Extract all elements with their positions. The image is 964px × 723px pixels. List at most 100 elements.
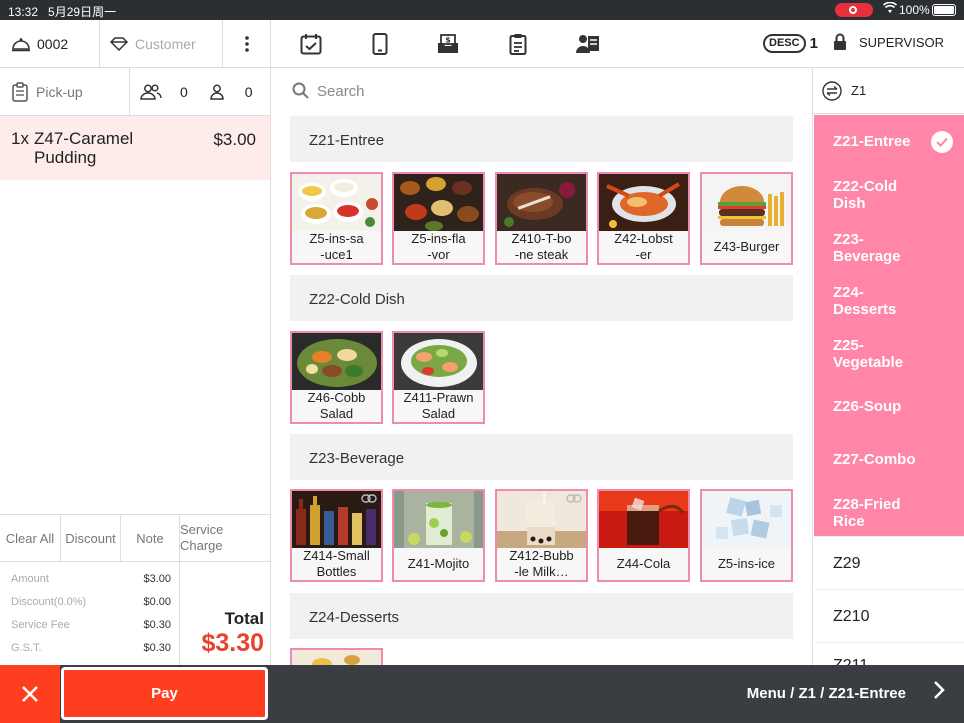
total-box: Total $3.30 xyxy=(181,562,270,665)
diamond-icon xyxy=(110,36,128,51)
menu-item-label: Z411-Prawn Salad xyxy=(394,390,483,422)
burger-photo xyxy=(702,174,791,231)
children-count: 0 xyxy=(244,83,253,100)
menu-item-label: Z410-T-bo -ne steak xyxy=(497,231,586,263)
menu-item[interactable]: Z410-T-bo -ne steak xyxy=(495,172,588,265)
top-toolbar: $ DESC 1 SUPERVISOR xyxy=(271,20,964,68)
order-item-price: $3.00 xyxy=(213,130,256,149)
close-icon xyxy=(22,686,38,702)
menu-item-label: Z41-Mojito xyxy=(394,548,483,580)
search-icon xyxy=(292,82,309,99)
more-options-button[interactable] xyxy=(223,20,271,68)
cobb-salad-photo xyxy=(292,333,381,390)
menu-item-label: Z412-Bubb -le Milk… xyxy=(497,548,586,580)
category-z25-vegetable[interactable]: Z25- Vegetable xyxy=(814,327,964,380)
category-z28-fried-rice[interactable]: Z28-Fried Rice xyxy=(814,486,964,539)
status-bar: 13:32 5月29日周一 100% xyxy=(0,0,964,20)
order-actions: Clear All Discount Note Service Charge xyxy=(0,514,270,562)
search-input[interactable]: Search xyxy=(317,83,365,100)
inbox-money-icon[interactable]: $ xyxy=(435,30,461,58)
menu-item-label: Z5-ins-fla -vor xyxy=(394,231,483,263)
battery-percent: 100% xyxy=(899,3,930,17)
spices-photo xyxy=(394,174,483,231)
lock-icon xyxy=(833,33,847,51)
adults-count: 0 xyxy=(180,83,188,100)
chevron-right-icon[interactable] xyxy=(932,679,946,706)
category-z21-entree[interactable]: Z21-Entree xyxy=(814,115,964,168)
category-z210[interactable]: Z210 xyxy=(814,589,964,642)
user-role[interactable]: SUPERVISOR xyxy=(833,33,944,51)
screen-record-icon xyxy=(835,3,873,17)
discount-button[interactable]: Discount xyxy=(61,515,121,561)
menu-item[interactable]: Z41-Mojito xyxy=(392,489,485,582)
menu-item-label: Z414-Small Bottles xyxy=(292,548,381,580)
menu-item[interactable]: Z5-ins-ice xyxy=(700,489,793,582)
category-z27-combo[interactable]: Z27-Combo xyxy=(814,433,964,486)
menu-item[interactable]: Z411-Prawn Salad xyxy=(392,331,485,424)
menu-item-label: Z5-ins-sa -uce1 xyxy=(292,231,381,263)
sort-count: 1 xyxy=(809,35,818,52)
summary-row: Discount(0.0%) $0.00 xyxy=(11,596,171,608)
order-type-selector[interactable]: Pick-up xyxy=(0,68,130,116)
wifi-icon xyxy=(882,1,898,17)
order-line-item[interactable]: 1x Z47-Caramel Pudding $3.00 xyxy=(0,116,270,180)
summary-row: Amount $3.00 xyxy=(11,573,171,585)
calendar-check-icon[interactable] xyxy=(298,30,324,58)
menu-search[interactable]: Search xyxy=(271,68,812,114)
order-item-qty: 1x xyxy=(11,129,29,148)
user-card-icon[interactable] xyxy=(575,30,601,58)
note-button[interactable]: Note xyxy=(121,515,180,561)
menu-item[interactable]: Z5-ins-sa -uce1 xyxy=(290,172,383,265)
cola-photo xyxy=(599,491,688,548)
ice-cubes-photo xyxy=(702,491,791,548)
menu-item[interactable] xyxy=(290,648,383,665)
menu-item[interactable]: Z412-Bubb -le Milk… xyxy=(495,489,588,582)
phone-icon[interactable] xyxy=(367,30,393,58)
total-label: Total xyxy=(224,609,264,628)
clipboard-list-icon[interactable] xyxy=(505,30,531,58)
zone-selector[interactable]: Z1 xyxy=(813,68,964,114)
mojito-photo xyxy=(394,491,483,548)
cancel-order-button[interactable] xyxy=(0,665,60,723)
order-type-label: Pick-up xyxy=(36,83,83,100)
steak-photo xyxy=(497,174,586,231)
section-header: Z23-Beverage xyxy=(290,434,793,480)
section-header: Z24-Desserts xyxy=(290,593,793,639)
category-z211[interactable]: Z211 xyxy=(814,642,964,665)
link-icon xyxy=(361,494,377,503)
sort-toggle[interactable]: DESC 1 xyxy=(763,34,818,53)
category-z26-soup[interactable]: Z26-Soup xyxy=(814,380,964,433)
menu-item[interactable]: Z43-Burger xyxy=(700,172,793,265)
menu-grid: Z21-Entree Z5-ins-sa -uce1 Z5-ins-fla -vor… xyxy=(271,114,812,665)
menu-item-label: Z42-Lobst -er xyxy=(599,231,688,263)
menu-item[interactable]: Z44-Cola xyxy=(597,489,690,582)
clipboard-icon xyxy=(12,81,28,102)
category-z22-cold-dish[interactable]: Z22-Cold Dish xyxy=(814,168,964,221)
status-time: 13:32 5月29日周一 xyxy=(8,5,117,19)
menu-item[interactable]: Z46-Cobb Salad xyxy=(290,331,383,424)
menu-item[interactable]: Z42-Lobst -er xyxy=(597,172,690,265)
breadcrumb[interactable]: Menu / Z1 / Z21-Entree xyxy=(747,685,906,702)
service-bell-icon xyxy=(11,36,31,52)
pay-button[interactable]: Pay xyxy=(61,667,268,720)
menu-item[interactable]: Z414-Small Bottles xyxy=(290,489,383,582)
customer-cell[interactable]: Customer xyxy=(100,20,223,68)
summary-row: Service Fee $0.30 xyxy=(11,619,171,631)
category-sidebar: Z1 Z21-Entree Z22-Cold Dish Z23- Beverage … xyxy=(812,68,964,665)
service-charge-button[interactable]: Service Charge xyxy=(180,515,270,561)
section-header: Z21-Entree xyxy=(290,116,793,162)
bottom-bar: Pay Menu / Z1 / Z21-Entree xyxy=(0,665,964,723)
guest-count-cell[interactable]: 0 0 xyxy=(130,68,271,116)
menu-item-label: Z5-ins-ice xyxy=(702,548,791,580)
category-z23-beverage[interactable]: Z23- Beverage xyxy=(814,221,964,274)
sauce-bowls-photo xyxy=(292,174,381,231)
table-number-cell[interactable]: 0002 xyxy=(0,20,100,68)
child-icon xyxy=(209,84,225,100)
desc-badge: DESC xyxy=(763,34,806,53)
category-z24-desserts[interactable]: Z24- Desserts xyxy=(814,274,964,327)
order-item-name: Z47-Caramel Pudding xyxy=(34,129,134,167)
clear-all-button[interactable]: Clear All xyxy=(0,515,61,561)
link-icon xyxy=(566,494,582,503)
menu-item[interactable]: Z5-ins-fla -vor xyxy=(392,172,485,265)
category-z29[interactable]: Z29 xyxy=(814,536,964,589)
